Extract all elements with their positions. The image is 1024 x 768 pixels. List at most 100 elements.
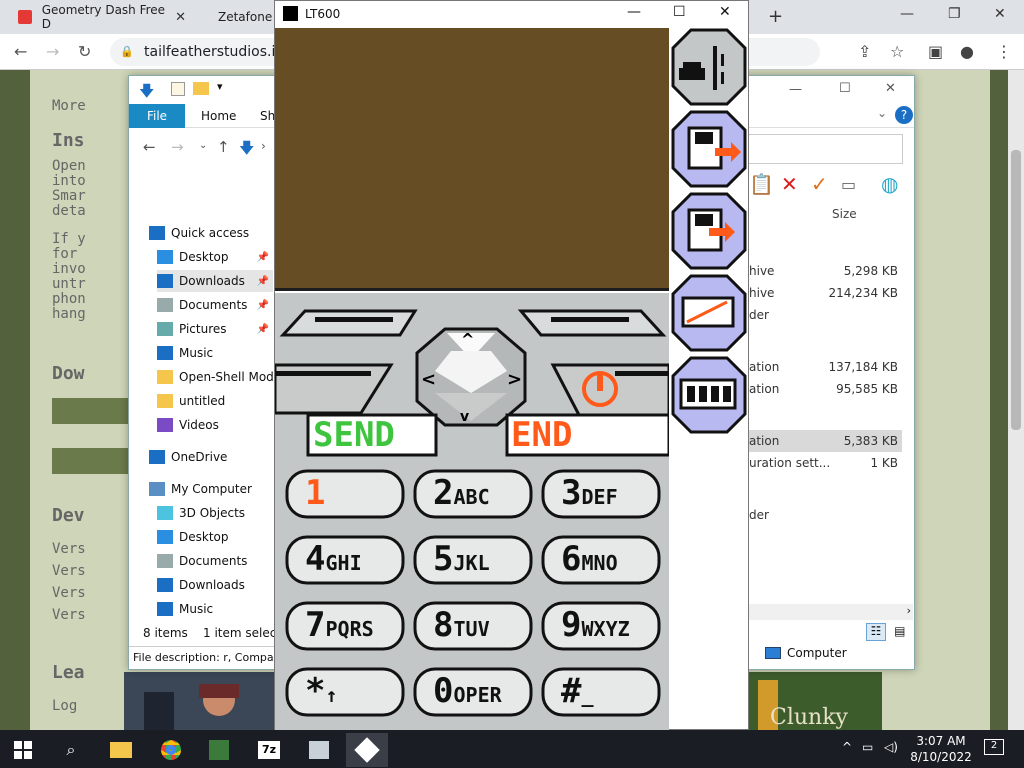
taskbar-7zip[interactable]: 7z bbox=[248, 733, 290, 767]
properties-icon[interactable] bbox=[171, 82, 185, 96]
nav-item[interactable]: Pictures 📌 bbox=[157, 318, 273, 340]
battery-mute-button[interactable] bbox=[671, 274, 747, 352]
nav-item[interactable]: untitled bbox=[157, 390, 273, 412]
ribbon-tab-file[interactable]: File bbox=[129, 104, 185, 128]
browser-close-icon[interactable]: ✕ bbox=[994, 6, 1006, 22]
file-row[interactable]: ation 137,184 KB bbox=[749, 356, 902, 378]
profile-avatar-icon[interactable]: ● bbox=[960, 42, 974, 61]
browser-tab-geometry-dash[interactable]: Geometry Dash Free D ✕ bbox=[8, 0, 196, 34]
download-button-1[interactable] bbox=[52, 398, 132, 424]
nav-item[interactable]: Videos bbox=[157, 414, 273, 436]
network-icon[interactable]: ▭ bbox=[862, 740, 873, 754]
close-tab-icon[interactable]: ✕ bbox=[175, 10, 186, 25]
pin-icon[interactable]: 📌 bbox=[257, 276, 269, 287]
taskbar-task-manager[interactable] bbox=[198, 733, 240, 767]
taskbar-lt600[interactable] bbox=[346, 733, 388, 767]
file-row[interactable]: hive 5,298 KB bbox=[749, 260, 902, 282]
forward-arrow-icon[interactable]: → bbox=[46, 42, 59, 61]
scrollbar-thumb[interactable] bbox=[1011, 150, 1021, 430]
start-button[interactable] bbox=[2, 733, 44, 767]
scroll-right-icon[interactable]: › bbox=[907, 604, 911, 617]
nav-item[interactable]: Downloads bbox=[157, 574, 273, 596]
ribbon-tab-home[interactable]: Home bbox=[201, 109, 236, 123]
pin-icon[interactable]: 📌 bbox=[257, 324, 269, 335]
lt600-close-icon[interactable]: ✕ bbox=[719, 4, 731, 20]
battery-full-button[interactable] bbox=[671, 356, 747, 434]
volume-icon[interactable]: ◁) bbox=[884, 740, 898, 754]
menu-kebab-icon[interactable]: ⋮ bbox=[996, 42, 1012, 61]
delete-x-icon[interactable]: ✕ bbox=[781, 172, 798, 196]
phone-screen[interactable] bbox=[275, 28, 669, 291]
breadcrumb-chevron-icon[interactable]: › bbox=[261, 139, 266, 153]
dpad-right-icon[interactable]: > bbox=[507, 369, 522, 390]
nav-item[interactable]: My Computer bbox=[149, 478, 273, 500]
file-row[interactable]: hive 214,234 KB bbox=[749, 282, 902, 304]
side-panel-icon[interactable]: ▣ bbox=[928, 42, 943, 61]
file-row[interactable]: der bbox=[749, 304, 902, 326]
nav-item[interactable]: Music bbox=[157, 342, 273, 364]
taskbar-file-explorer[interactable] bbox=[100, 733, 142, 767]
browser-minimize-icon[interactable]: — bbox=[900, 6, 914, 22]
nav-item[interactable]: Open-Shell Mod bbox=[157, 366, 273, 388]
save-state-button[interactable] bbox=[671, 110, 747, 188]
system-clock[interactable]: 3:07 AM 8/10/2022 bbox=[906, 733, 976, 765]
recent-dropdown-icon[interactable]: ⌄ bbox=[199, 140, 207, 151]
new-folder-icon[interactable] bbox=[193, 82, 209, 95]
pin-icon[interactable]: 📌 bbox=[257, 252, 269, 263]
ribbon-expand-icon[interactable]: ⌄ bbox=[877, 106, 887, 120]
file-row[interactable]: der bbox=[749, 504, 902, 526]
taskbar-app[interactable] bbox=[298, 733, 340, 767]
browser-tab-zetafone[interactable]: Zetafone bbox=[198, 0, 274, 34]
nav-item[interactable]: Documents 📌 bbox=[157, 294, 273, 316]
help-icon[interactable]: ? bbox=[895, 106, 913, 124]
left-softkey[interactable] bbox=[279, 309, 418, 337]
explorer-maximize-icon[interactable]: ☐ bbox=[839, 81, 851, 96]
download-button-2[interactable] bbox=[52, 448, 132, 474]
dpad[interactable]: ^ < > v bbox=[415, 327, 527, 427]
nav-item[interactable]: 3D Objects bbox=[157, 502, 273, 524]
tiles-view-icon[interactable]: ▤ bbox=[890, 624, 910, 642]
clipboard-icon[interactable]: 📋 bbox=[749, 172, 774, 196]
file-list-hscroll[interactable]: › bbox=[749, 604, 913, 620]
nav-item[interactable]: Music bbox=[157, 598, 273, 620]
share-icon[interactable]: ⇪ bbox=[858, 42, 871, 61]
file-row[interactable]: ation 95,585 KB bbox=[749, 378, 902, 400]
shell-icon[interactable]: ◍ bbox=[881, 172, 898, 196]
nav-item[interactable]: Downloads 📌 bbox=[157, 270, 273, 292]
load-state-button[interactable] bbox=[671, 192, 747, 270]
taskbar-chrome[interactable] bbox=[150, 733, 192, 767]
game-thumbnail-left[interactable] bbox=[124, 672, 274, 730]
nav-item[interactable]: Desktop bbox=[157, 526, 273, 548]
confirm-check-icon[interactable]: ✓ bbox=[811, 172, 828, 196]
explorer-minimize-icon[interactable]: — bbox=[789, 82, 802, 97]
details-view-icon[interactable]: ☷ bbox=[866, 623, 886, 641]
pin-icon[interactable]: 📌 bbox=[257, 300, 269, 311]
quick-access-dropdown-icon[interactable]: ▾ bbox=[217, 80, 223, 93]
dpad-left-icon[interactable]: < bbox=[421, 369, 436, 390]
lt600-minimize-icon[interactable]: — bbox=[627, 4, 641, 20]
explorer-close-icon[interactable]: ✕ bbox=[885, 81, 896, 96]
game-thumbnail-right[interactable]: Clunky bbox=[748, 672, 882, 730]
dpad-down-icon[interactable]: v bbox=[460, 409, 469, 425]
back-arrow-icon[interactable]: ← bbox=[14, 42, 27, 61]
browser-restore-icon[interactable]: ❐ bbox=[948, 6, 961, 22]
explorer-back-icon[interactable]: ← bbox=[143, 138, 156, 156]
nav-item[interactable]: OneDrive bbox=[149, 446, 273, 468]
dpad-up-icon[interactable]: ^ bbox=[461, 330, 474, 349]
search-icon[interactable]: ⌕ bbox=[50, 733, 92, 767]
lt600-maximize-icon[interactable]: ☐ bbox=[673, 4, 686, 20]
nav-item[interactable]: Documents bbox=[157, 550, 273, 572]
bookmark-star-icon[interactable]: ☆ bbox=[890, 42, 904, 61]
column-header-size[interactable]: Size bbox=[832, 207, 857, 221]
file-row[interactable]: ation 5,383 KB bbox=[749, 430, 902, 452]
new-tab-button[interactable]: + bbox=[768, 6, 783, 27]
tray-chevron-icon[interactable]: ^ bbox=[842, 740, 852, 754]
reload-icon[interactable]: ↻ bbox=[78, 42, 91, 61]
nav-item[interactable]: Quick access bbox=[149, 222, 273, 244]
up-arrow-icon[interactable]: ↑ bbox=[217, 138, 230, 156]
nav-item[interactable]: Desktop 📌 bbox=[157, 246, 273, 268]
explorer-forward-icon[interactable]: → bbox=[171, 138, 184, 156]
info-card-icon[interactable]: ▭ bbox=[841, 175, 856, 194]
right-softkey[interactable] bbox=[517, 309, 667, 337]
page-scrollbar[interactable] bbox=[1008, 70, 1024, 730]
